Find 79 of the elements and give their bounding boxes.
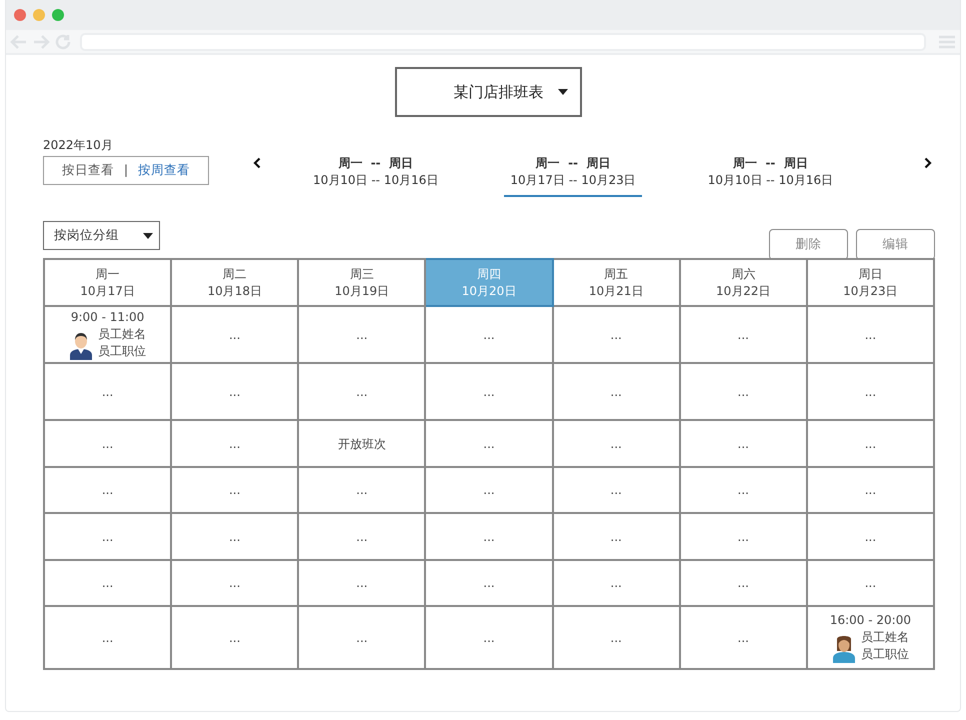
schedule-cell[interactable]: ... xyxy=(171,306,298,363)
schedule-cell[interactable]: ... xyxy=(806,513,934,560)
schedule-cell[interactable]: ... xyxy=(298,560,426,606)
minimize-window-dot[interactable] xyxy=(33,9,45,21)
schedule-cell[interactable]: ... xyxy=(806,306,934,363)
schedule-cell[interactable]: ... xyxy=(425,420,553,467)
schedule-cell[interactable]: ... xyxy=(425,606,553,669)
day-header[interactable]: 周二 10月18日 xyxy=(171,259,298,306)
schedule-cell[interactable]: ... xyxy=(425,560,553,606)
close-window-dot[interactable] xyxy=(14,9,26,21)
schedule-cell[interactable]: ... xyxy=(425,513,553,560)
employee-name: 员工姓名 xyxy=(98,326,146,343)
employee-position: 员工职位 xyxy=(860,646,909,663)
schedule-cell[interactable]: ... xyxy=(171,363,298,420)
schedule-cell[interactable]: ... xyxy=(171,420,298,467)
edit-button[interactable]: 编辑 xyxy=(856,229,935,260)
week-tab[interactable]: 周一 -- 周日 10月10日 -- 10月16日 xyxy=(307,153,444,197)
day-header[interactable]: 周五 10月21日 xyxy=(552,259,680,306)
schedule-cell[interactable]: ... xyxy=(298,363,426,420)
schedule-cell[interactable]: ... xyxy=(44,467,172,513)
schedule-cell[interactable]: ... xyxy=(680,363,807,420)
woman-avatar-icon xyxy=(832,635,856,663)
schedule-cell[interactable]: ... xyxy=(552,363,680,420)
schedule-cell[interactable]: ... xyxy=(298,606,426,669)
schedule-cell[interactable]: ... xyxy=(806,420,934,467)
man-avatar-icon xyxy=(69,332,94,360)
previous-week-button[interactable] xyxy=(253,157,261,169)
schedule-cell[interactable]: ... xyxy=(806,560,934,606)
caret-icon xyxy=(558,89,568,95)
schedule-cell[interactable]: ... xyxy=(425,363,553,420)
day-header[interactable]: 周六 10月22日 xyxy=(680,259,807,306)
week-tab[interactable]: 周一 -- 周日 10月17日 -- 10月23日 xyxy=(504,153,642,197)
schedule-cell[interactable]: ... xyxy=(680,513,807,560)
week-tab[interactable]: 周一 -- 周日 10月10日 -- 10月16日 xyxy=(702,153,840,197)
open-shift-cell[interactable]: 开放班次 xyxy=(298,420,426,467)
schedule-cell[interactable]: ... xyxy=(44,513,172,560)
schedule-cell[interactable]: ... xyxy=(171,606,298,669)
schedule-cell[interactable]: ... xyxy=(44,560,172,606)
schedule-cell[interactable]: ... xyxy=(552,306,680,363)
shift-time: 9:00 - 11:00 xyxy=(70,309,144,326)
toggle-separator: | xyxy=(124,161,128,180)
schedule-cell[interactable]: ... xyxy=(680,420,807,467)
schedule-cell[interactable]: ... xyxy=(171,467,298,513)
schedule-cell[interactable]: ... xyxy=(680,606,807,669)
schedule-cell[interactable]: ... xyxy=(298,513,426,560)
schedule-cell[interactable]: ... xyxy=(171,560,298,606)
next-week-button[interactable] xyxy=(924,157,932,169)
schedule-cell[interactable]: ... xyxy=(298,306,426,363)
employee-name: 员工姓名 xyxy=(860,629,909,646)
schedule-cell[interactable]: ... xyxy=(425,467,553,513)
schedule-cell[interactable]: ... xyxy=(44,420,172,467)
employee-position: 员工职位 xyxy=(98,343,146,360)
schedule-cell[interactable]: ... xyxy=(552,560,680,606)
schedule-cell[interactable]: ... xyxy=(425,306,553,363)
delete-button[interactable]: 删除 xyxy=(769,229,848,260)
group-select[interactable]: 按岗位分组 xyxy=(43,221,160,250)
schedule-cell[interactable]: ... xyxy=(552,420,680,467)
view-option[interactable]: 按周查看 xyxy=(138,161,190,180)
schedule-cell[interactable]: ... xyxy=(298,467,426,513)
schedule-cell[interactable]: ... xyxy=(171,513,298,560)
day-header[interactable]: 周一 10月17日 xyxy=(44,259,172,306)
day-header[interactable]: 周三 10月19日 xyxy=(298,259,426,306)
schedule-cell[interactable]: ... xyxy=(680,467,807,513)
day-header[interactable]: 周日 10月23日 xyxy=(806,259,934,306)
maximize-window-dot[interactable] xyxy=(52,9,64,21)
schedule-select[interactable]: 某门店排班表 xyxy=(394,67,582,117)
schedule-cell[interactable]: ... xyxy=(552,513,680,560)
schedule-cell[interactable]: ... xyxy=(552,606,680,669)
schedule-cell[interactable]: ... xyxy=(806,363,934,420)
schedule-cell[interactable]: ... xyxy=(44,363,172,420)
caret-icon xyxy=(143,232,153,238)
schedule-cell[interactable]: ... xyxy=(806,467,934,513)
schedule-cell[interactable]: ... xyxy=(44,606,172,669)
schedule-cell[interactable]: ... xyxy=(552,467,680,513)
view-option[interactable]: 按日查看 xyxy=(62,161,114,180)
month-label: 2022年10月 xyxy=(43,137,114,153)
schedule-cell[interactable]: ... xyxy=(680,306,807,363)
schedule-cell[interactable]: ... xyxy=(680,560,807,606)
shift-time: 16:00 - 20:00 xyxy=(830,612,911,629)
